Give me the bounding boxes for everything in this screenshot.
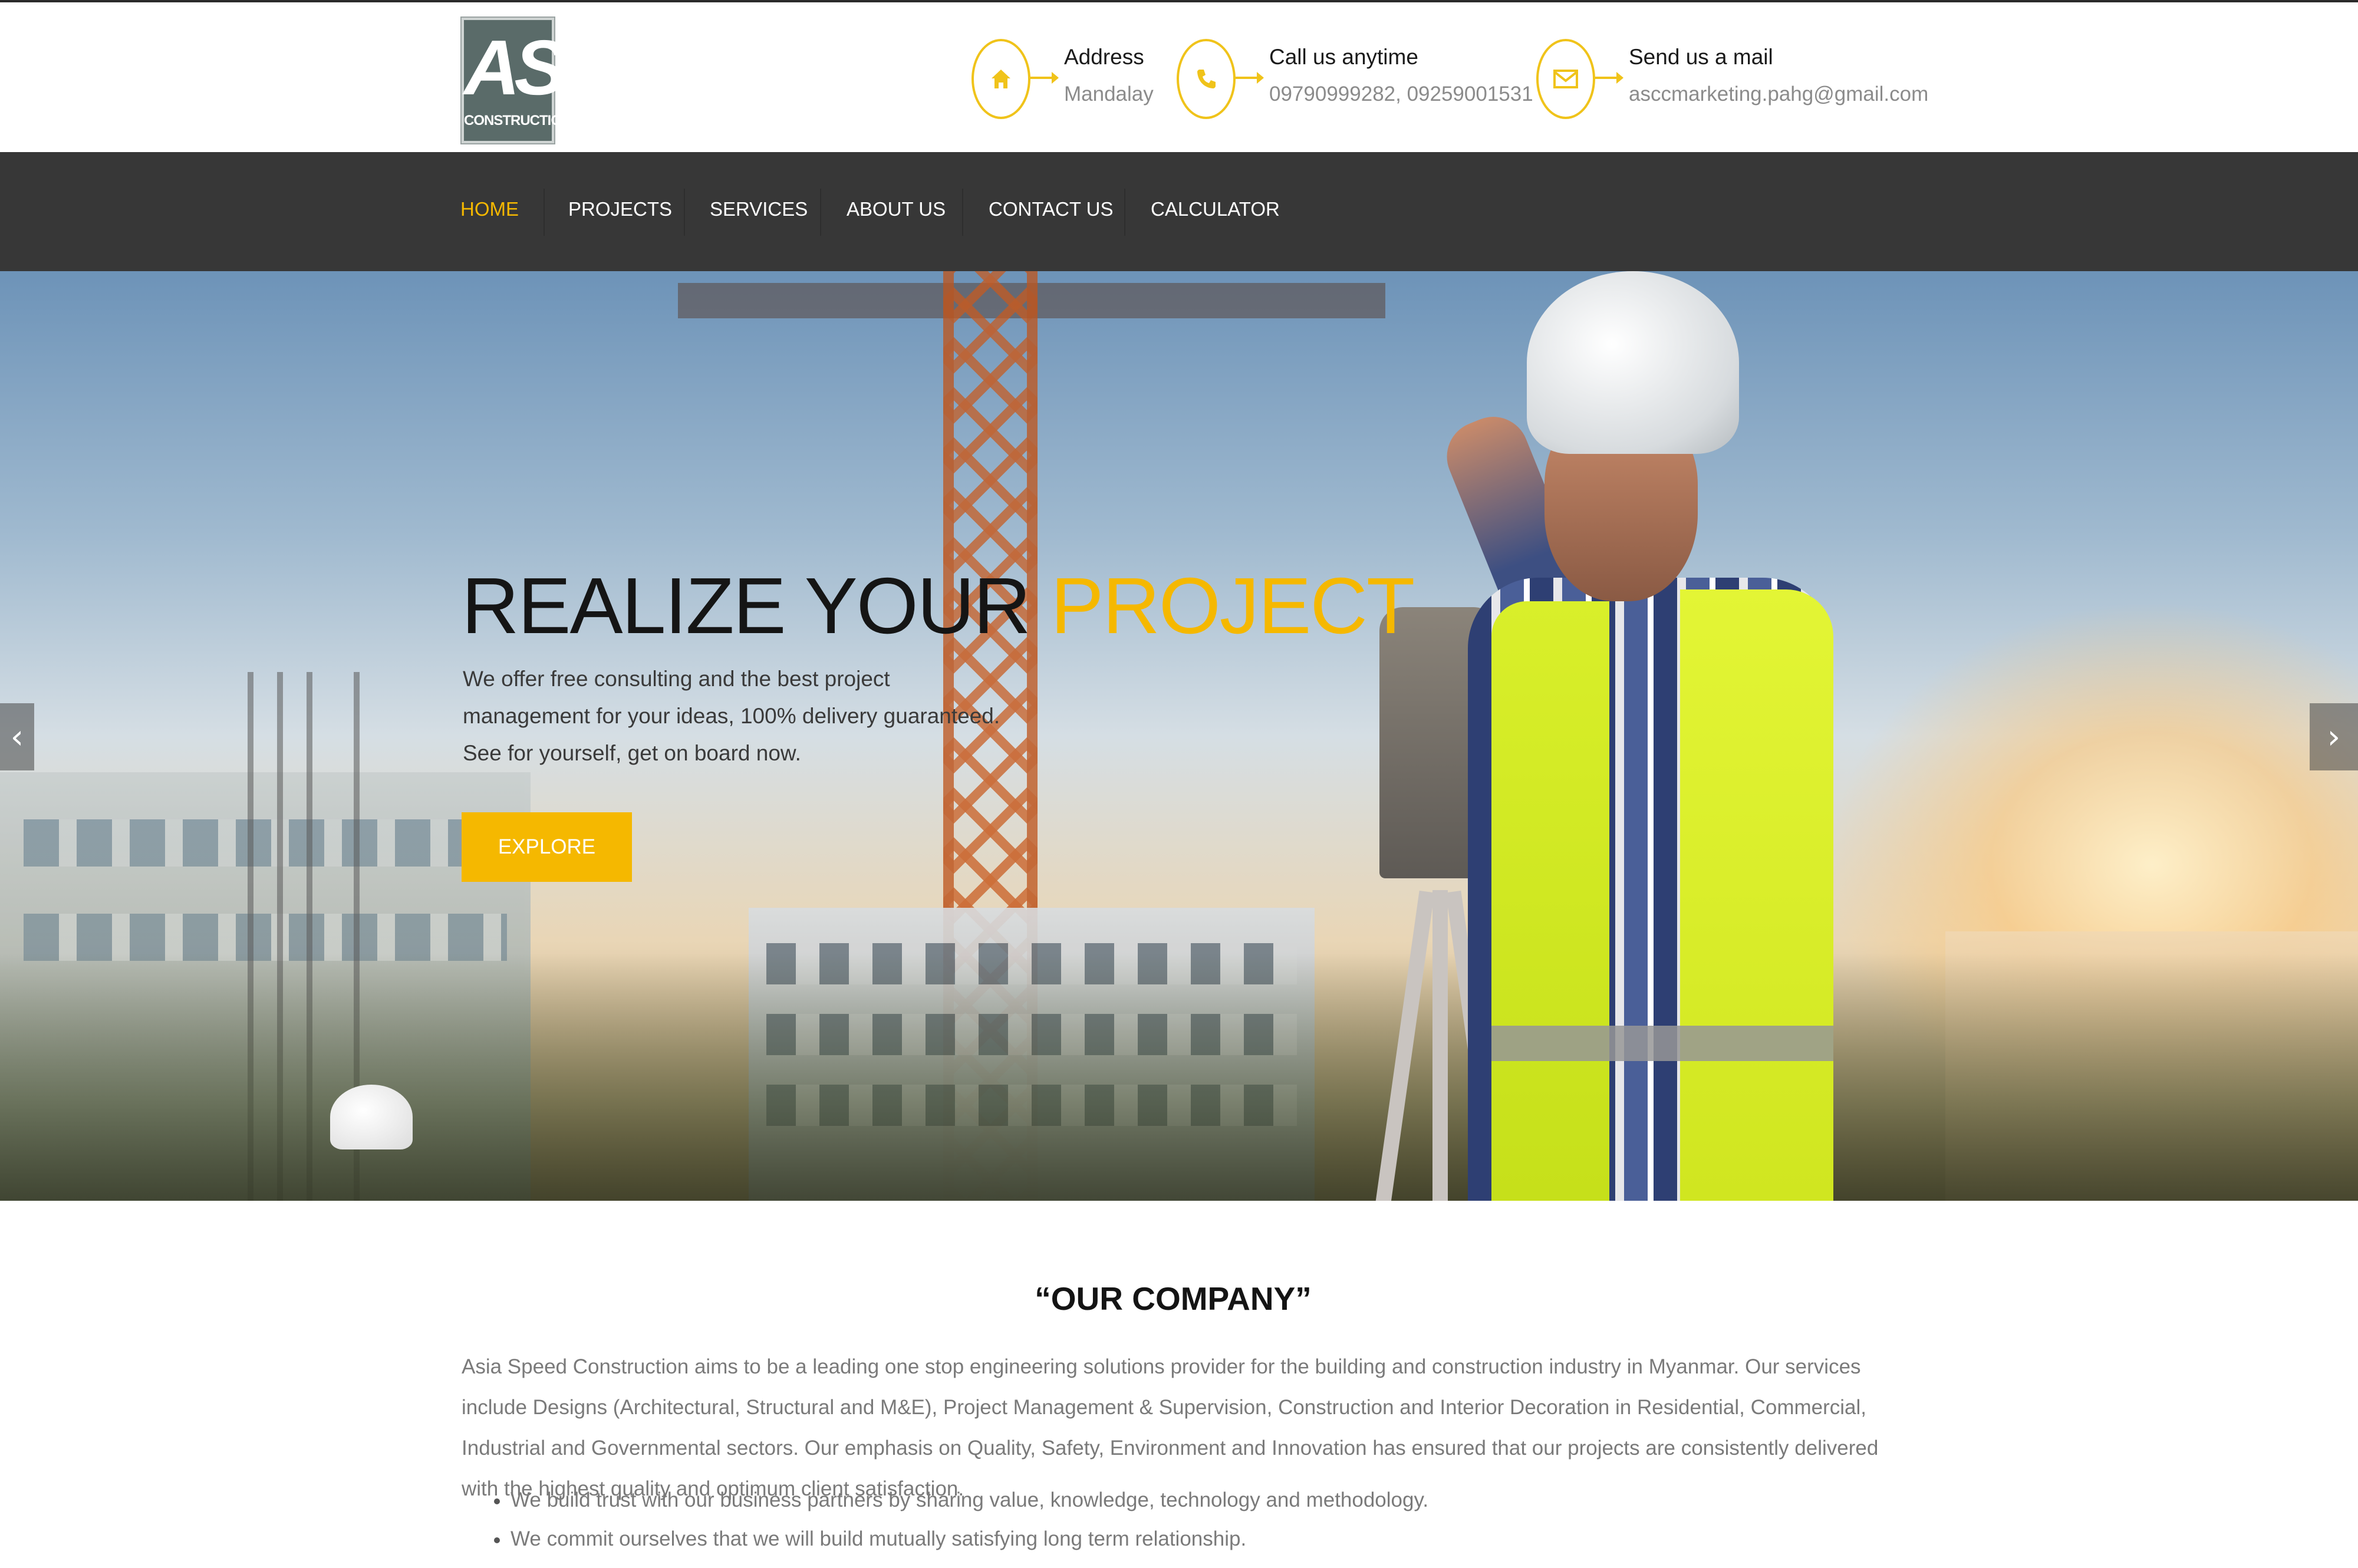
nav-divider xyxy=(1124,189,1125,236)
contact-title: Address xyxy=(1064,45,1144,69)
slider-next-button[interactable]: › xyxy=(2310,703,2358,770)
nav-divider xyxy=(820,189,821,236)
company-points: We build trust with our business partner… xyxy=(494,1481,1428,1559)
nav-divider xyxy=(544,189,545,236)
hero-worker-image xyxy=(1436,271,1928,1201)
explore-button[interactable]: EXPLORE xyxy=(462,812,632,882)
nav-divider xyxy=(684,189,685,236)
logo-mark: AS xyxy=(464,24,566,111)
hero-helmet-background xyxy=(330,1085,413,1149)
contact-value: asccmarketing.pahg@gmail.com xyxy=(1629,83,1929,106)
company-section: “OUR COMPANY” Asia Speed Construction ai… xyxy=(0,1201,2358,1568)
site-header: AS CONSTRUCTION Address Mandalay Call us… xyxy=(0,0,2358,152)
connector-arrow xyxy=(1595,72,1623,84)
company-title: “OUR COMPANY” xyxy=(1035,1280,1312,1317)
list-item: We commit ourselves that we will build m… xyxy=(494,1520,1428,1559)
contact-value: Mandalay xyxy=(1064,83,1154,106)
main-nav: HOME PROJECTS SERVICES ABOUT US CONTACT … xyxy=(0,152,2358,271)
nav-home[interactable]: HOME xyxy=(460,198,519,220)
nav-services[interactable]: SERVICES xyxy=(710,198,808,220)
contact-title: Call us anytime xyxy=(1269,45,1418,69)
home-icon xyxy=(971,39,1030,119)
logo-subtitle: CONSTRUCTION xyxy=(464,113,571,129)
hero-title-main: REALIZE YOUR xyxy=(462,561,1051,650)
nav-calculator[interactable]: CALCULATOR xyxy=(1151,198,1280,220)
hero-title: REALIZE YOUR PROJECT xyxy=(462,560,1415,651)
hero-description: We offer free consulting and the best pr… xyxy=(463,667,1000,765)
nav-projects[interactable]: PROJECTS xyxy=(568,198,672,220)
list-item: We build trust with our business partner… xyxy=(494,1481,1428,1520)
contact-value: 09790999282, 09259001531 xyxy=(1269,83,1533,106)
phone-icon xyxy=(1177,39,1236,119)
mail-icon xyxy=(1536,39,1595,119)
nav-contact-us[interactable]: CONTACT US xyxy=(989,198,1113,220)
connector-arrow xyxy=(1236,72,1264,84)
site-logo[interactable]: AS CONSTRUCTION xyxy=(462,18,571,143)
nav-about-us[interactable]: ABOUT US xyxy=(847,198,946,220)
hero-title-accent: PROJECT xyxy=(1050,561,1415,650)
hero-slider: REALIZE YOUR PROJECT We offer free consu… xyxy=(0,271,2358,1201)
contact-title: Send us a mail xyxy=(1629,45,1773,69)
nav-divider xyxy=(962,189,963,236)
hero-foreground xyxy=(0,953,2358,1201)
slider-prev-button[interactable]: ‹ xyxy=(0,703,34,770)
connector-arrow xyxy=(1030,72,1059,84)
